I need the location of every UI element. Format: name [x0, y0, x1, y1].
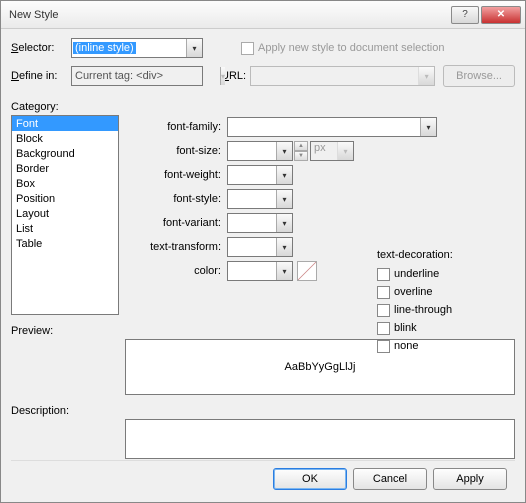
font-style-combo[interactable]: ▾	[227, 189, 293, 209]
color-label: color:	[137, 265, 227, 277]
spinner-up-icon[interactable]: ▲	[294, 141, 308, 151]
preview-sample: AaBbYyGgLlJj	[285, 361, 356, 373]
font-size-label: font-size:	[137, 145, 227, 157]
text-decoration-label: text-decoration:	[377, 249, 497, 261]
text-transform-label: text-transform:	[137, 241, 227, 253]
chevron-down-icon: ▾	[337, 142, 353, 160]
category-item-border[interactable]: Border	[12, 161, 118, 176]
category-list[interactable]: Font Block Background Border Box Positio…	[11, 115, 119, 315]
font-style-label: font-style:	[137, 193, 227, 205]
apply-checkbox: Apply new style to document selection	[241, 42, 445, 55]
selector-label: Selector:	[11, 42, 71, 54]
underline-checkbox[interactable]	[377, 268, 390, 281]
font-weight-combo[interactable]: ▾	[227, 165, 293, 185]
dialog-footer: OK Cancel Apply	[11, 460, 515, 496]
chevron-down-icon[interactable]: ▾	[276, 238, 292, 256]
browse-button: Browse...	[443, 65, 515, 87]
chevron-down-icon[interactable]: ▾	[276, 166, 292, 184]
chevron-down-icon[interactable]: ▾	[276, 262, 292, 280]
font-size-spinner[interactable]: ▲▼	[294, 141, 308, 161]
new-style-dialog: New Style ? ✕ Selector: (inline style) ▾…	[0, 0, 526, 503]
selector-combo[interactable]: (inline style) ▾	[71, 38, 203, 58]
definein-label: Define in:	[11, 70, 71, 82]
chevron-down-icon[interactable]: ▾	[420, 118, 436, 136]
text-transform-combo[interactable]: ▾	[227, 237, 293, 257]
window-title: New Style	[9, 9, 449, 21]
font-weight-label: font-weight:	[137, 169, 227, 181]
apply-button[interactable]: Apply	[433, 468, 507, 490]
selector-value: (inline style)	[73, 42, 136, 54]
category-item-box[interactable]: Box	[12, 176, 118, 191]
text-decoration-group: text-decoration: underline overline line…	[377, 249, 497, 355]
help-button[interactable]: ?	[451, 6, 479, 24]
checkbox-icon	[241, 42, 254, 55]
definein-combo: ▾	[71, 66, 203, 86]
category-item-layout[interactable]: Layout	[12, 206, 118, 221]
linethrough-checkbox[interactable]	[377, 304, 390, 317]
ok-button[interactable]: OK	[273, 468, 347, 490]
blink-checkbox[interactable]	[377, 322, 390, 335]
font-family-label: font-family:	[137, 121, 227, 133]
chevron-down-icon[interactable]: ▾	[186, 39, 202, 57]
close-button[interactable]: ✕	[481, 6, 521, 24]
category-label: Category:	[11, 101, 515, 113]
category-item-position[interactable]: Position	[12, 191, 118, 206]
chevron-down-icon[interactable]: ▾	[276, 214, 292, 232]
category-item-font[interactable]: Font	[12, 116, 118, 131]
color-combo[interactable]: ▾	[227, 261, 293, 281]
none-checkbox[interactable]	[377, 340, 390, 353]
category-item-table[interactable]: Table	[12, 236, 118, 251]
category-item-background[interactable]: Background	[12, 146, 118, 161]
description-box	[125, 419, 515, 459]
font-size-unit: px▾	[310, 141, 354, 161]
spinner-down-icon[interactable]: ▼	[294, 151, 308, 161]
chevron-down-icon[interactable]: ▾	[276, 142, 292, 160]
chevron-down-icon: ▾	[220, 67, 225, 85]
font-variant-combo[interactable]: ▾	[227, 213, 293, 233]
overline-checkbox[interactable]	[377, 286, 390, 299]
description-label: Description:	[11, 405, 515, 417]
font-size-combo[interactable]: ▾	[227, 141, 293, 161]
chevron-down-icon[interactable]: ▾	[276, 190, 292, 208]
cancel-button[interactable]: Cancel	[353, 468, 427, 490]
font-variant-label: font-variant:	[137, 217, 227, 229]
definein-value	[72, 68, 220, 84]
category-item-list[interactable]: List	[12, 221, 118, 236]
chevron-down-icon: ▾	[418, 67, 434, 85]
url-field: ▾	[250, 66, 435, 86]
font-family-combo[interactable]: ▾	[227, 117, 437, 137]
titlebar: New Style ? ✕	[1, 1, 525, 29]
category-item-block[interactable]: Block	[12, 131, 118, 146]
color-swatch[interactable]	[297, 261, 317, 281]
